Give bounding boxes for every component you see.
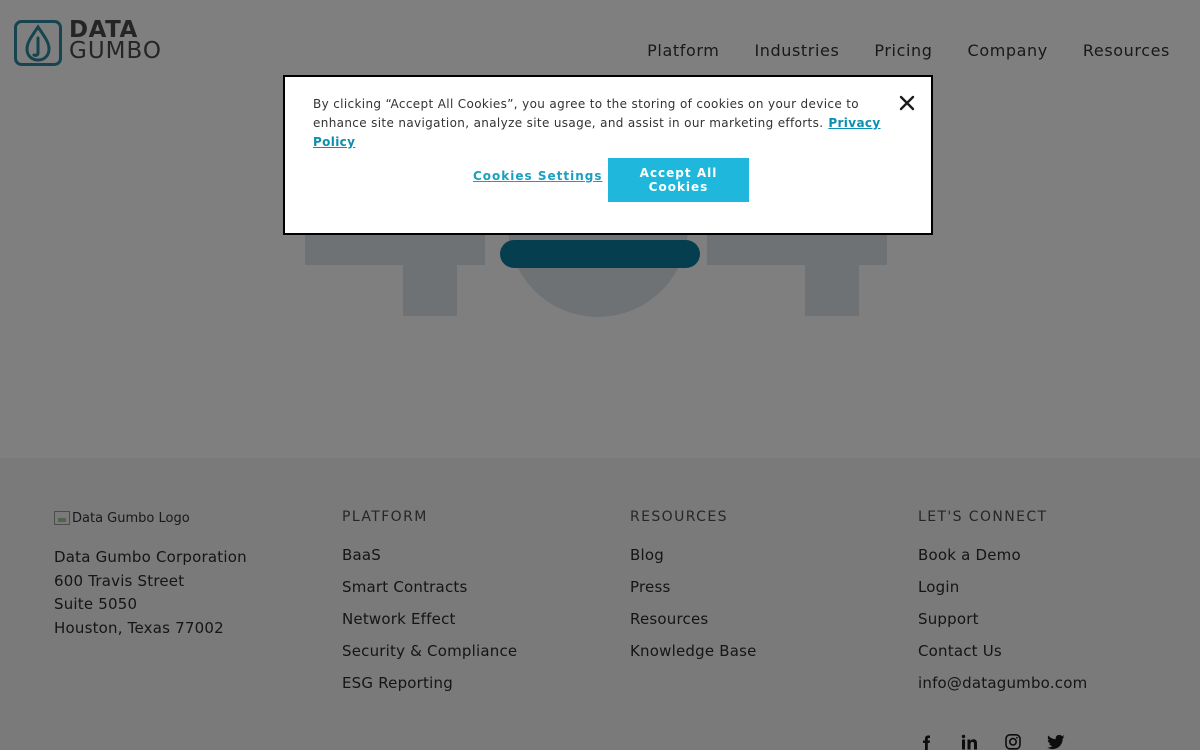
cookie-consent-banner: By clicking “Accept All Cookies”, you ag… — [283, 75, 933, 235]
cookie-banner-text: By clicking “Accept All Cookies”, you ag… — [313, 95, 888, 152]
cookie-banner-message: By clicking “Accept All Cookies”, you ag… — [313, 97, 859, 130]
accept-all-cookies-button[interactable]: Accept All Cookies — [608, 158, 749, 202]
cookies-settings-button[interactable]: Cookies Settings — [473, 169, 603, 183]
close-icon[interactable] — [897, 93, 917, 113]
